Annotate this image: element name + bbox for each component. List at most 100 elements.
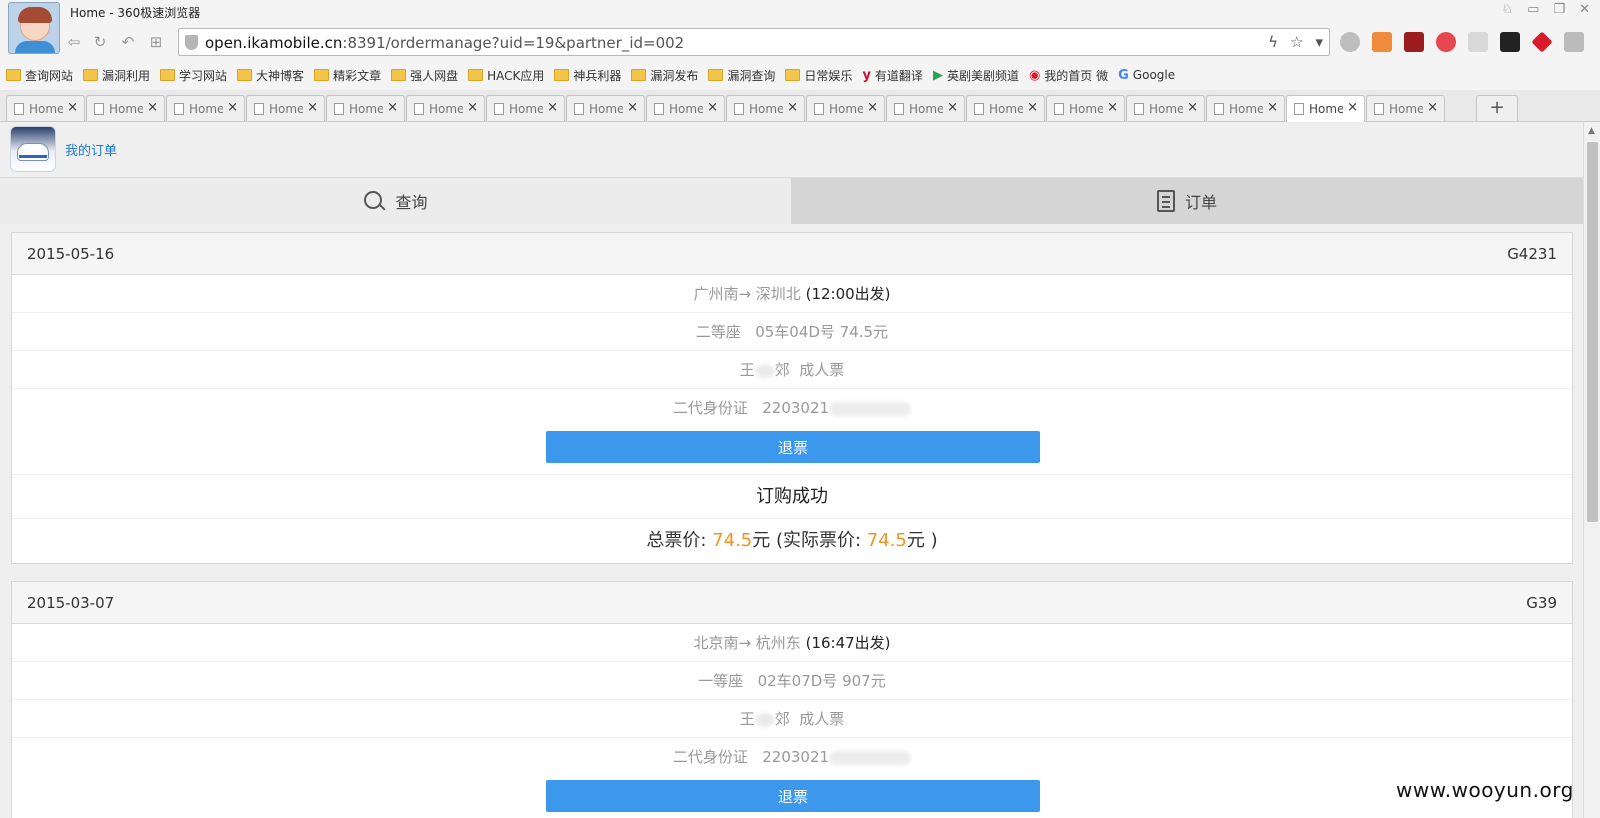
browser-tab[interactable]: Home × [86, 95, 165, 121]
close-icon[interactable]: ✕ [1579, 2, 1590, 17]
folder-icon [785, 69, 801, 81]
bookmark-item[interactable]: 大神博客 [237, 67, 304, 84]
printer-icon[interactable] [1468, 32, 1488, 52]
route-row: 北京南→ 杭州东 (16:47出发) [12, 624, 1572, 662]
browser-tab[interactable]: Home × [1206, 95, 1285, 121]
tab-close-icon[interactable]: × [707, 100, 718, 115]
browser-tab[interactable]: Home × [326, 95, 405, 121]
train-logo-icon [10, 126, 56, 172]
tab-strip: Home × Home × Home × Home × Home × Home × Home × Home ×… [0, 90, 1600, 123]
bookmark-item[interactable]: ◉ 我的首页 微 [1029, 67, 1108, 84]
new-tab-button[interactable]: + [1476, 95, 1518, 121]
browser-tab[interactable]: Home × [726, 95, 805, 121]
tab-close-icon[interactable]: × [67, 100, 78, 115]
browser-tab[interactable]: Home × [806, 95, 885, 121]
lightning-icon[interactable]: ϟ [1268, 33, 1278, 51]
diamond-icon[interactable] [1531, 31, 1553, 53]
bookmark-item[interactable]: 漏洞查询 [708, 67, 775, 84]
bookmark-item[interactable]: ▶ 英剧美剧频道 [933, 67, 1019, 84]
bookmark-item[interactable]: 查询网站 [6, 67, 73, 84]
page-icon [494, 103, 504, 115]
tab-close-icon[interactable]: × [1027, 100, 1038, 115]
bookmark-item[interactable]: 漏洞利用 [83, 67, 150, 84]
url-text[interactable]: open.ikamobile.cn:8391/ordermanage?uid=1… [205, 34, 684, 52]
bookmark-item[interactable]: 神兵利器 [554, 67, 621, 84]
dropdown-icon[interactable]: ▾ [1315, 33, 1323, 51]
tab-close-icon[interactable]: × [627, 100, 638, 115]
browser-tab[interactable]: Home × [1366, 95, 1445, 121]
tab-close-icon[interactable]: × [787, 100, 798, 115]
tab-close-icon[interactable]: × [947, 100, 958, 115]
browser-tab[interactable]: Home × [1286, 95, 1365, 123]
bookmark-item[interactable]: 强人网盘 [391, 67, 458, 84]
my-orders-title[interactable]: 我的订单 [65, 140, 117, 159]
bookmark-item[interactable]: HACK应用 [468, 67, 544, 84]
browser-tab[interactable]: Home × [1046, 95, 1125, 121]
extension-orange-icon[interactable] [1372, 32, 1392, 52]
apps-grid-icon[interactable]: ⊞ [146, 32, 166, 52]
browser-tab[interactable]: Home × [406, 95, 485, 121]
tab-close-icon[interactable]: × [467, 100, 478, 115]
tab-close-icon[interactable]: × [1267, 100, 1278, 115]
scroll-up-icon[interactable]: ▲ [1588, 126, 1595, 136]
bookmark-item[interactable]: y 有道翻译 [862, 67, 923, 84]
seat-row: 一等座 02车07D号 907元 [12, 662, 1572, 700]
folder-icon [314, 69, 330, 81]
order-date: 2015-05-16 [27, 245, 115, 263]
bookmark-item[interactable]: 漏洞发布 [631, 67, 698, 84]
folder-icon [631, 69, 647, 81]
browser-tab[interactable]: Home × [1126, 95, 1205, 121]
tab-close-icon[interactable]: × [547, 100, 558, 115]
tab-close-icon[interactable]: × [1187, 100, 1198, 115]
tab-close-icon[interactable]: × [1427, 100, 1438, 115]
youdao-icon: y [862, 67, 871, 83]
bookmark-item[interactable]: 日常娱乐 [785, 67, 852, 84]
back-icon[interactable]: ⇦ [64, 32, 84, 52]
tab-close-icon[interactable]: × [1347, 100, 1358, 115]
tab-close-icon[interactable]: × [1107, 100, 1118, 115]
browser-tab[interactable]: Home × [246, 95, 325, 121]
page-icon [1134, 103, 1144, 115]
ublock-icon[interactable] [1404, 32, 1424, 52]
security-shield-icon [185, 35, 198, 50]
address-bar[interactable]: open.ikamobile.cn:8391/ordermanage?uid=1… [178, 28, 1330, 56]
page-icon [1054, 103, 1064, 115]
undo-close-icon[interactable]: ↶ [118, 32, 138, 52]
browser-tab[interactable]: Home × [886, 95, 965, 121]
navigation-bar: ⇦ ↻ ↶ ⊞ open.ikamobile.cn:8391/ordermana… [0, 24, 1600, 60]
extension-red-icon[interactable] [1436, 32, 1456, 52]
bookmark-item[interactable]: G Google [1118, 68, 1175, 83]
browser-tab[interactable]: Home × [646, 95, 725, 121]
bookmark-item[interactable]: 精彩文章 [314, 67, 381, 84]
extension-dark-icon[interactable] [1500, 32, 1520, 52]
browser-tab[interactable]: Home × [166, 95, 245, 121]
tab-close-icon[interactable]: × [307, 100, 318, 115]
tab-close-icon[interactable]: × [147, 100, 158, 115]
query-tab[interactable]: 查询 [0, 178, 791, 224]
vertical-scrollbar[interactable]: ▲ [1583, 122, 1600, 818]
scroll-thumb[interactable] [1587, 142, 1598, 522]
browser-tab[interactable]: Home × [486, 95, 565, 121]
browser-tab[interactable]: Home × [6, 95, 85, 121]
page-icon [254, 103, 264, 115]
skin-icon[interactable]: ♘ [1501, 2, 1513, 17]
order-card: 2015-05-16 G4231 广州南→ 深圳北 (12:00出发) 二等座 … [11, 232, 1573, 564]
folder-icon [391, 69, 407, 81]
minimize-icon[interactable]: ▭ [1527, 2, 1539, 17]
reload-icon[interactable]: ↻ [90, 32, 110, 52]
refund-button[interactable]: 退票 [546, 431, 1040, 463]
restore-icon[interactable]: ❐ [1553, 2, 1565, 17]
user-avatar[interactable] [8, 2, 60, 54]
wrench-icon[interactable] [1564, 32, 1584, 52]
star-icon[interactable]: ☆ [1290, 33, 1303, 51]
record-icon[interactable] [1340, 32, 1360, 52]
tab-close-icon[interactable]: × [867, 100, 878, 115]
tab-close-icon[interactable]: × [387, 100, 398, 115]
browser-tab[interactable]: Home × [566, 95, 645, 121]
tab-close-icon[interactable]: × [227, 100, 238, 115]
bookmark-item[interactable]: 学习网站 [160, 67, 227, 84]
refund-button[interactable]: 退票 [546, 780, 1040, 812]
extensions [1340, 31, 1584, 53]
browser-tab[interactable]: Home × [966, 95, 1045, 121]
orders-tab[interactable]: 订单 [791, 178, 1583, 224]
